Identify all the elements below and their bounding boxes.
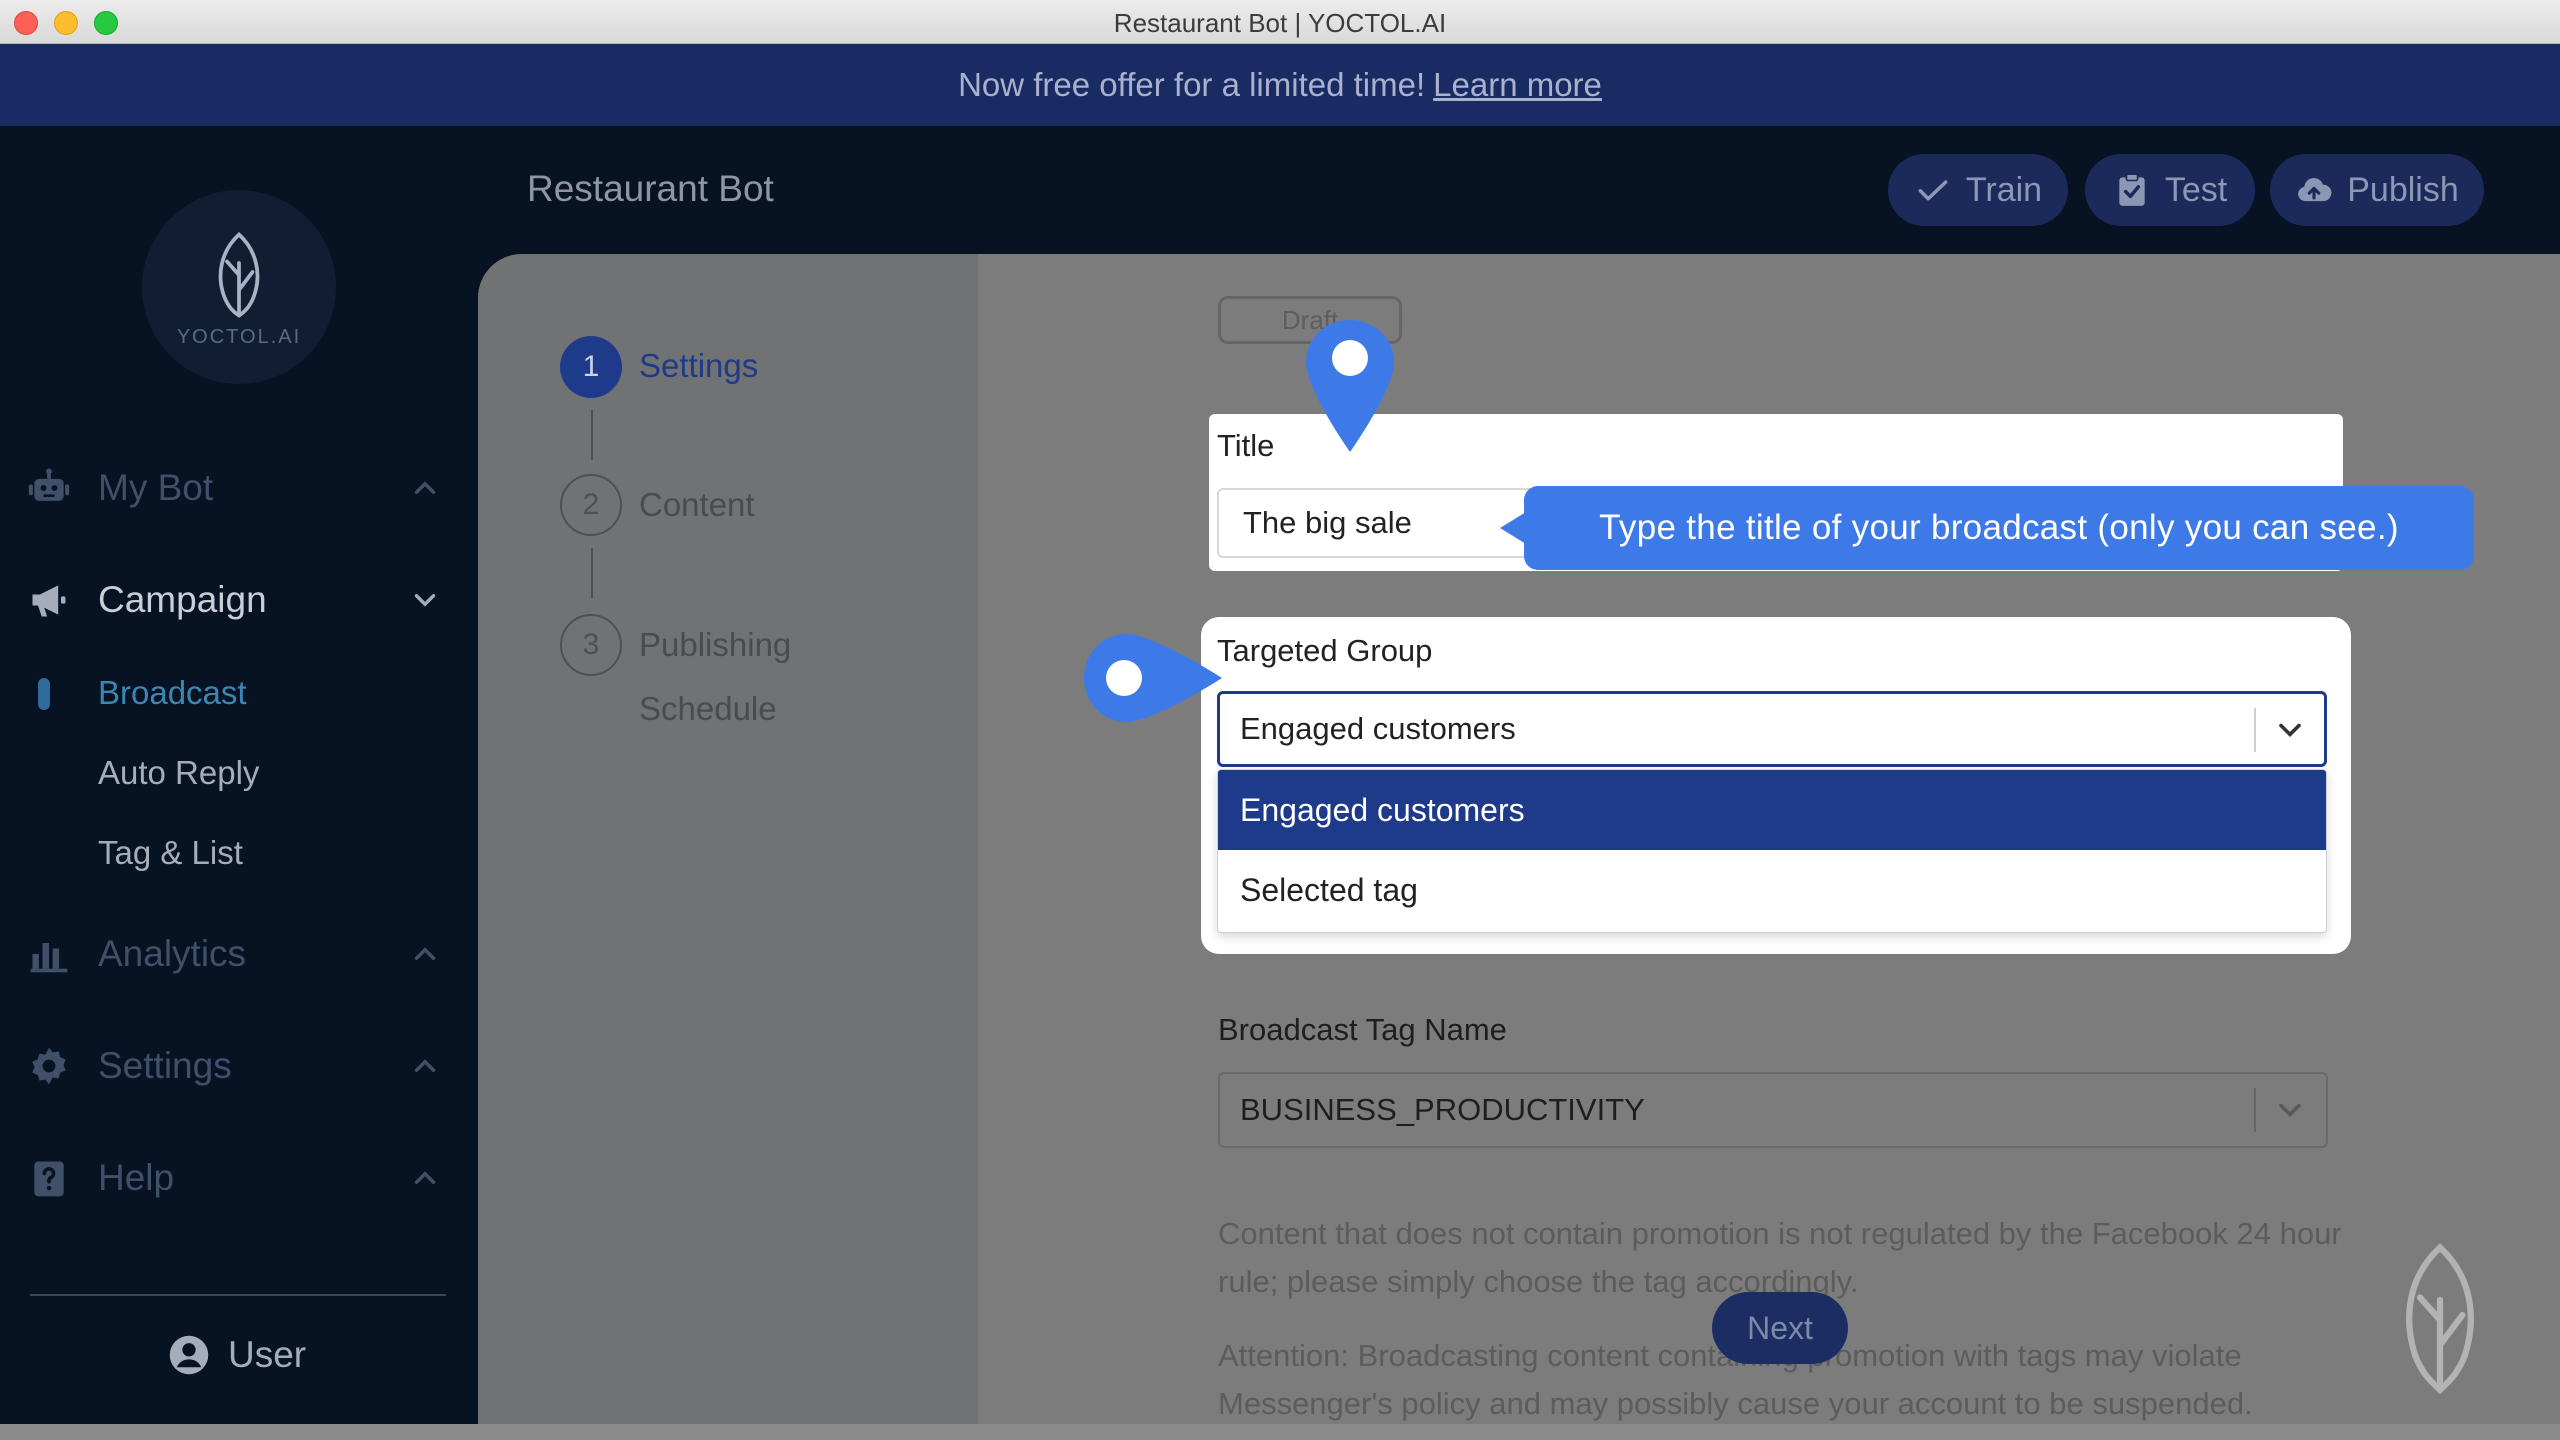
targeted-group-select[interactable]: Engaged customers	[1217, 691, 2327, 767]
broadcast-tag-label: Broadcast Tag Name	[1218, 1012, 1507, 1047]
sidebar: YOCTOL.AI My Bot Campaign Broadcast Auto…	[0, 190, 478, 1424]
option-engaged-customers[interactable]: Engaged customers	[1218, 770, 2326, 850]
sidebar-item-settings[interactable]: Settings	[0, 1026, 478, 1106]
check-icon	[1918, 180, 1948, 201]
step-connector	[591, 410, 593, 460]
chevron-up-icon	[414, 1059, 436, 1072]
select-divider	[2254, 1088, 2256, 1132]
megaphone-icon	[26, 577, 72, 623]
chevron-down-icon[interactable]	[2272, 712, 2308, 748]
test-button[interactable]: Test	[2085, 154, 2255, 226]
sidebar-item-my-bot[interactable]: My Bot	[0, 448, 478, 528]
publish-button[interactable]: Publish	[2270, 154, 2484, 226]
window-bottom-edge	[0, 1424, 2560, 1440]
leaf-logo-icon	[218, 231, 260, 318]
bar-chart-icon	[26, 931, 72, 977]
logo-text: YOCTOL.AI	[176, 326, 302, 348]
sidebar-item-label: Settings	[98, 1045, 232, 1086]
test-label: Test	[2164, 170, 2228, 209]
active-indicator	[38, 678, 50, 710]
chevron-up-icon	[414, 1171, 436, 1184]
gear-icon	[26, 1043, 72, 1089]
user-avatar-icon	[169, 1335, 209, 1375]
location-pin-icon	[1084, 634, 1222, 722]
broadcast-tag-value: BUSINESS_PRODUCTIVITY	[1240, 1092, 1645, 1127]
sidebar-item-label: My Bot	[98, 467, 214, 508]
targeted-group-dropdown: Engaged customers Selected tag	[1217, 769, 2327, 933]
chevron-down-icon	[414, 594, 436, 607]
tutorial-tooltip: Type the title of your broadcast (only y…	[1500, 486, 2474, 570]
step-3-label-line1[interactable]: Publishing	[639, 626, 791, 664]
help-icon	[26, 1155, 72, 1201]
step-3-label-line2[interactable]: Schedule	[639, 690, 777, 728]
learn-more-link[interactable]: Learn more	[1433, 66, 1602, 104]
step-connector	[591, 548, 593, 598]
publish-label: Publish	[2347, 170, 2459, 209]
cloud-upload-icon	[2298, 178, 2332, 202]
user-menu[interactable]: User	[168, 1334, 306, 1376]
window-titlebar: Restaurant Bot | YOCTOL.AI	[0, 0, 2560, 44]
targeted-group-value: Engaged customers	[1240, 711, 1516, 746]
step-2-circle[interactable]: 2	[560, 474, 622, 536]
title-input[interactable]: The big sale	[1217, 488, 1547, 558]
broadcast-tag-select[interactable]: BUSINESS_PRODUCTIVITY	[1218, 1072, 2328, 1148]
step-1-label[interactable]: Settings	[639, 347, 758, 385]
chevron-up-icon	[414, 947, 436, 960]
robot-icon	[26, 465, 72, 511]
sidebar-divider	[30, 1294, 446, 1296]
title-label: Title	[1217, 428, 1275, 463]
sidebar-subitem-tag-list[interactable]: Tag & List	[98, 834, 243, 872]
sidebar-item-label: Help	[98, 1157, 175, 1198]
option-selected-tag[interactable]: Selected tag	[1218, 850, 2326, 930]
chevron-up-icon	[414, 481, 436, 494]
location-pin-icon	[1306, 320, 1394, 452]
sidebar-item-label: Campaign	[98, 579, 267, 620]
step-3-circle[interactable]: 3	[560, 614, 622, 676]
train-button[interactable]: Train	[1888, 154, 2068, 226]
promo-banner: Now free offer for a limited time! Learn…	[0, 44, 2560, 126]
sidebar-subitem-broadcast[interactable]: Broadcast	[98, 674, 247, 712]
step-2-label[interactable]: Content	[639, 486, 755, 524]
promo-text: Now free offer for a limited time!	[958, 66, 1426, 103]
step-panel	[478, 254, 978, 1440]
chevron-down-icon[interactable]	[2272, 1092, 2308, 1128]
clipboard-check-icon	[2119, 173, 2145, 206]
yoctol-logo: YOCTOL.AI	[142, 190, 336, 384]
app-header: Restaurant Bot Train Test Publish	[0, 126, 2560, 254]
sidebar-subitem-auto-reply[interactable]: Auto Reply	[98, 754, 259, 792]
user-label: User	[228, 1334, 307, 1375]
train-label: Train	[1965, 170, 2043, 209]
targeted-group-card: Targeted Group Engaged customers Engaged…	[1201, 617, 2351, 954]
sidebar-item-campaign[interactable]: Campaign	[0, 560, 478, 640]
bot-name: Restaurant Bot	[527, 168, 774, 209]
step-1-circle[interactable]: 1	[560, 336, 622, 398]
window-title: Restaurant Bot | YOCTOL.AI	[1113, 8, 1447, 38]
select-divider	[2254, 708, 2256, 752]
sidebar-item-analytics[interactable]: Analytics	[0, 914, 478, 994]
next-button[interactable]: Next	[1712, 1292, 1848, 1364]
sidebar-item-label: Analytics	[98, 933, 247, 974]
leaf-watermark-icon	[2406, 1243, 2474, 1395]
sidebar-item-help[interactable]: Help	[0, 1138, 478, 1218]
targeted-group-label: Targeted Group	[1217, 633, 1433, 668]
